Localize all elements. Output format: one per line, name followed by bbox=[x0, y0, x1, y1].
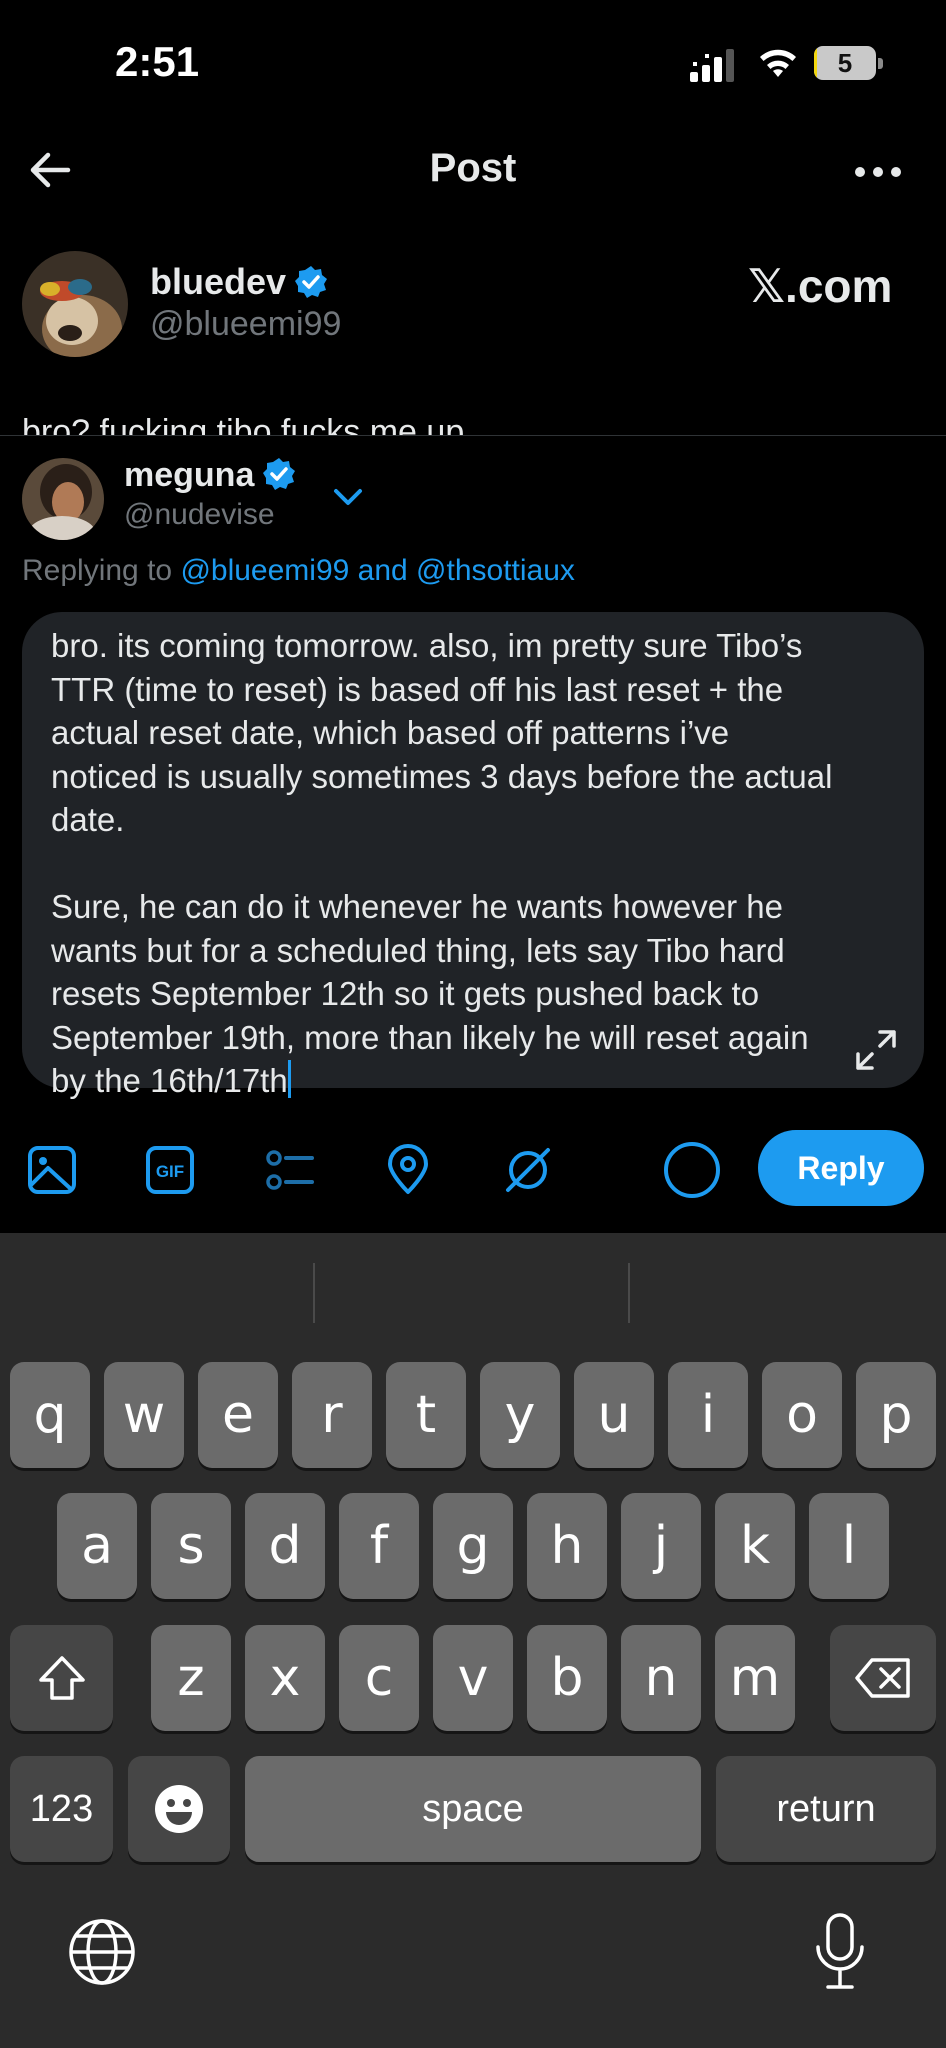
key-s[interactable]: s bbox=[151, 1493, 231, 1599]
text-cursor bbox=[287, 1060, 291, 1098]
shift-icon bbox=[38, 1656, 85, 1700]
key-d[interactable]: d bbox=[245, 1493, 325, 1599]
key-v[interactable]: v bbox=[433, 1625, 513, 1731]
return-key-label: return bbox=[776, 1787, 876, 1830]
key-u[interactable]: u bbox=[574, 1362, 654, 1468]
numbers-key[interactable]: 123 bbox=[10, 1756, 113, 1862]
status-bar: 2:51 5 bbox=[0, 0, 946, 120]
verified-badge-icon bbox=[263, 458, 296, 490]
image-icon bbox=[28, 1146, 76, 1194]
more-options-button[interactable] bbox=[850, 146, 906, 198]
key-q[interactable]: q bbox=[10, 1362, 90, 1468]
account-switch-chevron-icon[interactable] bbox=[328, 482, 368, 512]
key-a[interactable]: a bbox=[57, 1493, 137, 1599]
more-dots-icon bbox=[855, 167, 901, 177]
key-h[interactable]: h bbox=[527, 1493, 607, 1599]
original-author-handle: @blueemi99 bbox=[150, 305, 342, 343]
wifi-icon bbox=[760, 49, 796, 77]
reply-text: bro. its coming tomorrow. also, im prett… bbox=[51, 627, 833, 1099]
compose-toolbar: GIF Reply bbox=[0, 1120, 946, 1216]
page-title: Post bbox=[429, 146, 517, 190]
key-m[interactable]: m bbox=[715, 1625, 795, 1731]
character-count-ring bbox=[664, 1142, 720, 1198]
keyboard: 123 space return qwertyuiop asdfghjkl zxcv… bbox=[0, 1233, 946, 2048]
key-r[interactable]: r bbox=[292, 1362, 372, 1468]
replying-to-line: Replying to @blueemi99 and @thsottiaux bbox=[22, 554, 575, 588]
backspace-key[interactable] bbox=[830, 1625, 936, 1731]
gif-label: GIF bbox=[156, 1162, 184, 1181]
gif-icon: GIF bbox=[146, 1146, 194, 1194]
key-i[interactable]: i bbox=[668, 1362, 748, 1468]
key-t[interactable]: t bbox=[386, 1362, 466, 1468]
emoji-icon bbox=[155, 1785, 203, 1833]
original-author-avatar[interactable] bbox=[22, 251, 128, 357]
cellular-signal-icon bbox=[690, 49, 734, 82]
grok-button[interactable] bbox=[500, 1142, 556, 1198]
key-b[interactable]: b bbox=[527, 1625, 607, 1731]
key-z[interactable]: z bbox=[151, 1625, 231, 1731]
key-o[interactable]: o bbox=[762, 1362, 842, 1468]
suggestion-divider bbox=[313, 1263, 315, 1323]
battery-level: 5 bbox=[837, 48, 853, 78]
grok-icon bbox=[506, 1148, 550, 1192]
user-avatar[interactable] bbox=[22, 458, 104, 540]
add-image-button[interactable] bbox=[24, 1142, 80, 1198]
status-time: 2:51 bbox=[115, 38, 200, 85]
source-label[interactable]: 𝕏.com bbox=[748, 259, 892, 313]
emoji-key[interactable] bbox=[128, 1756, 230, 1862]
backspace-icon bbox=[855, 1658, 910, 1698]
add-gif-button[interactable]: GIF bbox=[142, 1142, 198, 1198]
shift-key[interactable] bbox=[10, 1625, 113, 1731]
verified-badge-icon bbox=[295, 266, 328, 298]
space-key[interactable]: space bbox=[245, 1756, 701, 1862]
globe-icon[interactable] bbox=[66, 1916, 138, 1988]
original-post: bluedev @blueemi99 𝕏.com bro? fucking ti… bbox=[0, 245, 946, 435]
key-y[interactable]: y bbox=[480, 1362, 560, 1468]
space-key-label: space bbox=[422, 1787, 524, 1830]
key-l[interactable]: l bbox=[809, 1493, 889, 1599]
key-j[interactable]: j bbox=[621, 1493, 701, 1599]
key-c[interactable]: c bbox=[339, 1625, 419, 1731]
key-k[interactable]: k bbox=[715, 1493, 795, 1599]
microphone-icon[interactable] bbox=[812, 1911, 868, 1991]
reply-text-area[interactable]: bro. its coming tomorrow. also, im prett… bbox=[22, 612, 924, 1099]
key-n[interactable]: n bbox=[621, 1625, 701, 1731]
expand-icon[interactable] bbox=[850, 1024, 902, 1076]
original-post-text: bro? fucking tibo fucks me up bbox=[22, 413, 465, 435]
poll-icon bbox=[266, 1150, 314, 1190]
key-e[interactable]: e bbox=[198, 1362, 278, 1468]
return-key[interactable]: return bbox=[716, 1756, 936, 1862]
suggestion-divider bbox=[628, 1263, 630, 1323]
header: Post bbox=[0, 120, 946, 220]
key-x[interactable]: x bbox=[245, 1625, 325, 1731]
reply-composer: meguna @nudevise Replying to @blueemi99 … bbox=[0, 436, 946, 1233]
replying-targets-link[interactable]: @blueemi99 and @thsottiaux bbox=[180, 554, 574, 587]
add-poll-button[interactable] bbox=[262, 1142, 318, 1198]
battery-indicator: 5 bbox=[814, 46, 883, 80]
numbers-key-label: 123 bbox=[29, 1787, 94, 1830]
user-handle: @nudevise bbox=[124, 498, 275, 531]
user-name: meguna bbox=[124, 456, 296, 495]
reply-button[interactable]: Reply bbox=[758, 1130, 924, 1206]
add-location-button[interactable] bbox=[380, 1142, 436, 1198]
key-w[interactable]: w bbox=[104, 1362, 184, 1468]
replying-prefix: Replying to bbox=[22, 554, 173, 587]
key-p[interactable]: p bbox=[856, 1362, 936, 1468]
location-icon bbox=[388, 1144, 428, 1194]
key-f[interactable]: f bbox=[339, 1493, 419, 1599]
original-author-name: bluedev bbox=[150, 261, 328, 303]
key-g[interactable]: g bbox=[433, 1493, 513, 1599]
